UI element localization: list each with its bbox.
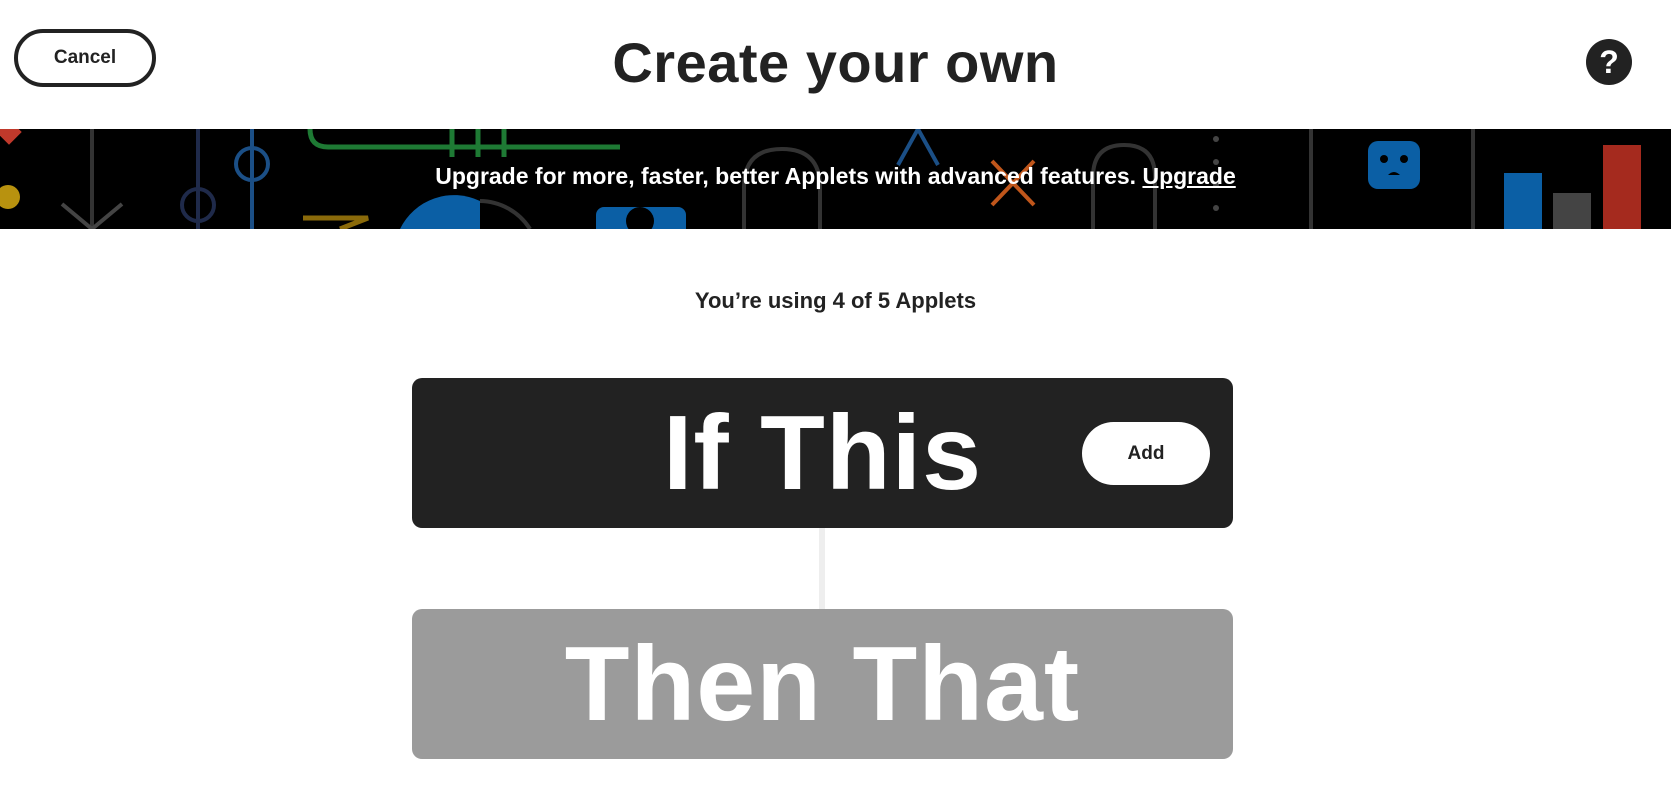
page-title: Create your own — [612, 31, 1059, 94]
block-connector — [819, 528, 825, 609]
header: Cancel Create your own ? — [0, 0, 1671, 129]
if-this-block[interactable]: If This Add — [412, 378, 1233, 528]
create-applet-page: Cancel Create your own ? Upgrade for mor… — [0, 0, 1671, 812]
help-button[interactable]: ? — [1586, 39, 1632, 85]
applet-usage-text: You’re using 4 of 5 Applets — [694, 288, 977, 313]
add-trigger-button[interactable]: Add — [1082, 422, 1210, 485]
then-that-title: Then That — [564, 624, 1081, 743]
banner-text: Upgrade for more, faster, better Applets… — [435, 163, 1137, 189]
then-that-block: Then That — [412, 609, 1233, 759]
banner-message: Upgrade for more, faster, better Applets… — [0, 163, 1671, 190]
upgrade-banner: Upgrade for more, faster, better Applets… — [0, 129, 1671, 229]
upgrade-link[interactable]: Upgrade — [1142, 163, 1235, 189]
question-mark-icon: ? — [1599, 43, 1619, 80]
